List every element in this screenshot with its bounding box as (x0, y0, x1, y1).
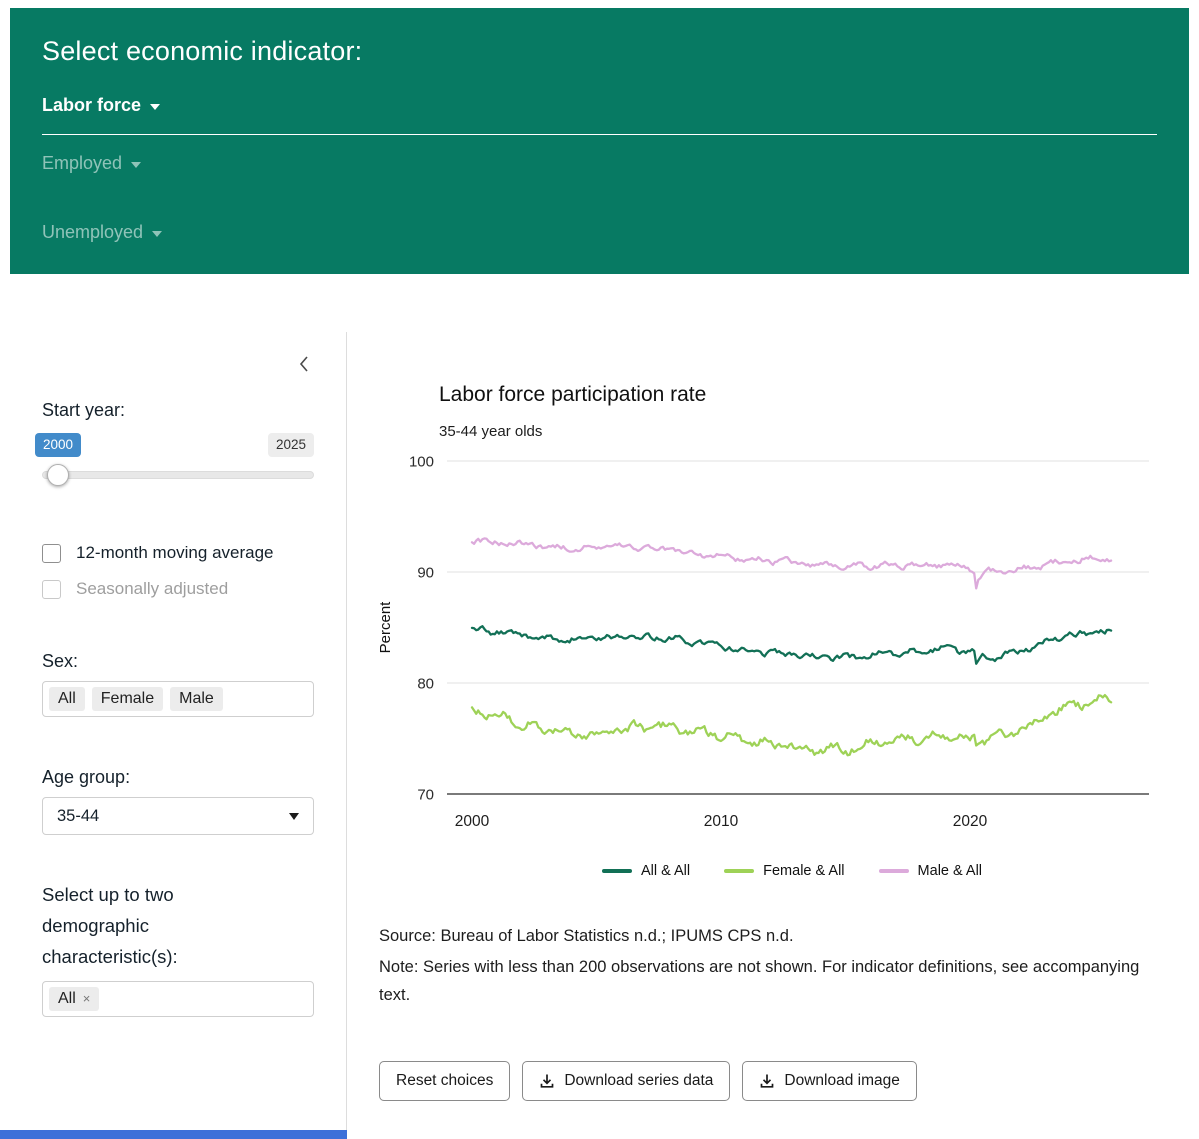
download-series-data-label: Download series data (564, 1071, 713, 1091)
download-image-button[interactable]: Download image (742, 1061, 916, 1101)
svg-text:70: 70 (417, 787, 434, 804)
tab-unemployed[interactable]: Unemployed (42, 220, 162, 244)
svg-text:Percent: Percent (377, 601, 394, 654)
sex-label: Sex: (42, 651, 314, 672)
download-image-label: Download image (784, 1071, 899, 1091)
active-tab-underline (42, 134, 1157, 135)
chart-svg: 70 80 90 100 2000 2010 2020 Percent (374, 451, 1154, 841)
checkbox-unchecked-icon[interactable] (42, 544, 61, 563)
chart-panel: Labor force participation rate 35-44 yea… (347, 332, 1199, 1138)
sex-multiselect[interactable]: All Female Male (42, 681, 314, 717)
svg-text:100: 100 (409, 454, 434, 471)
slider-max-badge: 2025 (268, 433, 314, 457)
legend-label: Female & All (763, 863, 844, 879)
legend-item: All & All (602, 863, 690, 879)
tab-unemployed-label: Unemployed (42, 220, 143, 244)
legend-label: All & All (641, 863, 690, 879)
controls-sidebar: Start year: 2000 2025 12-month moving av… (0, 332, 347, 1138)
caret-down-icon (131, 162, 141, 168)
legend-item: Female & All (724, 863, 844, 879)
start-year-slider[interactable]: 2000 2025 (42, 433, 314, 497)
chart-subtitle: 35-44 year olds (439, 422, 1199, 441)
checkbox-label: Seasonally adjusted (76, 579, 228, 599)
demographic-chip-label: All (58, 990, 76, 1007)
start-year-label: Start year: (42, 400, 314, 421)
caret-down-icon (152, 231, 162, 237)
age-group-value: 35-44 (57, 807, 99, 826)
demographic-multiselect[interactable]: All × (42, 981, 314, 1017)
download-icon (759, 1073, 775, 1089)
checkbox-seasonally-adjusted: Seasonally adjusted (42, 579, 314, 599)
sex-option-male[interactable]: Male (170, 687, 223, 711)
checkbox-unchecked-icon (42, 580, 61, 599)
reset-choices-label: Reset choices (396, 1071, 493, 1091)
caret-down-icon (150, 104, 160, 110)
slider-value-badge: 2000 (35, 433, 81, 457)
legend-swatch (724, 869, 754, 874)
indicator-header: Select economic indicator: Labor force E… (10, 8, 1189, 274)
sidebar-collapse-button[interactable] (296, 352, 312, 381)
reset-choices-button[interactable]: Reset choices (379, 1061, 510, 1101)
sex-option-female[interactable]: Female (92, 687, 163, 711)
checkbox-12-month-moving-average[interactable]: 12-month moving average (42, 543, 314, 563)
note-text: Note: Series with less than 200 observat… (379, 953, 1159, 1009)
demographic-chip-all[interactable]: All × (49, 987, 99, 1011)
tab-employed[interactable]: Employed (42, 151, 141, 175)
header-spacer (42, 175, 1157, 220)
tab-labor-force[interactable]: Labor force (42, 93, 160, 117)
slider-track[interactable] (42, 471, 314, 479)
bottom-blue-strip (0, 1130, 347, 1139)
chart-legend: All & All Female & All Male & All (374, 863, 1154, 879)
main-content: Start year: 2000 2025 12-month moving av… (0, 332, 1199, 1138)
slider-handle[interactable] (47, 464, 69, 486)
action-buttons: Reset choices Download series data Downl… (379, 1061, 1199, 1101)
svg-text:2010: 2010 (704, 813, 739, 830)
legend-item: Male & All (879, 863, 982, 879)
checkbox-label: 12-month moving average (76, 543, 274, 563)
age-group-select[interactable]: 35-44 (42, 797, 314, 835)
options-checkbox-group: 12-month moving average Seasonally adjus… (42, 543, 314, 599)
demographic-label: Select up to two demographic characteris… (42, 879, 272, 972)
remove-icon[interactable]: × (83, 991, 91, 1006)
app-root: Select economic indicator: Labor force E… (0, 0, 1199, 1139)
sex-option-all[interactable]: All (49, 687, 85, 711)
svg-text:80: 80 (417, 676, 434, 693)
legend-swatch (879, 869, 909, 874)
caret-down-icon (289, 813, 299, 820)
age-group-label: Age group: (42, 767, 314, 788)
svg-text:90: 90 (417, 565, 434, 582)
legend-swatch (602, 869, 632, 874)
svg-text:2020: 2020 (953, 813, 988, 830)
chevron-left-icon (298, 354, 310, 374)
header-title: Select economic indicator: (42, 36, 1157, 67)
tab-employed-label: Employed (42, 151, 122, 175)
source-text: Source: Bureau of Labor Statistics n.d.;… (379, 925, 1199, 947)
svg-text:2000: 2000 (455, 813, 490, 830)
download-series-data-button[interactable]: Download series data (522, 1061, 730, 1101)
chart-title: Labor force participation rate (439, 382, 1199, 408)
tab-labor-force-label: Labor force (42, 93, 141, 117)
legend-label: Male & All (918, 863, 982, 879)
download-icon (539, 1073, 555, 1089)
